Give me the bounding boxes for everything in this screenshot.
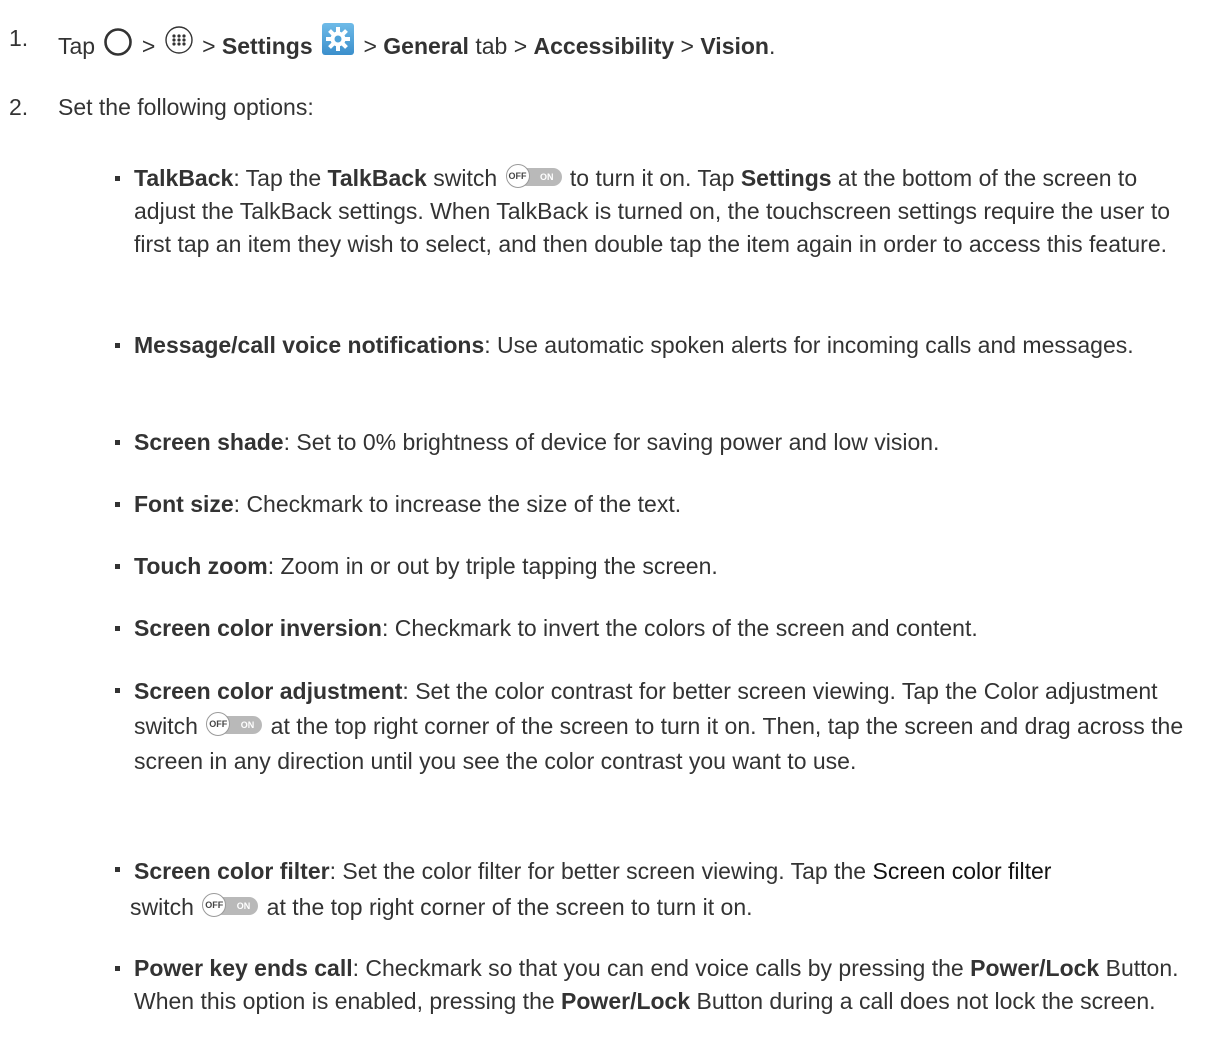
bullet xyxy=(115,966,120,971)
bullet xyxy=(115,564,120,569)
list-item-text: TalkBack: Tap the TalkBack switch ON OFF … xyxy=(134,164,1170,257)
step-number: 2. xyxy=(9,94,29,120)
step-text: Set the following options: xyxy=(58,94,314,120)
bullet xyxy=(115,343,120,348)
off-on-switch-icon: ON OFF xyxy=(206,712,263,738)
bullet xyxy=(115,626,120,631)
vision-label: Vision xyxy=(700,33,769,59)
bullet xyxy=(115,176,120,181)
general-label: General xyxy=(383,33,469,59)
list-item-text: Power key ends call: Checkmark so that y… xyxy=(134,955,1179,1014)
bullet xyxy=(115,688,120,693)
list-item-text: Message/call voice notifications: Use au… xyxy=(134,332,1134,358)
bullet xyxy=(115,502,120,507)
home-circle-icon xyxy=(103,27,133,66)
settings-gear-icon xyxy=(321,22,355,65)
list-item-text: Screen color inversion: Checkmark to inv… xyxy=(134,615,978,641)
off-on-switch-icon: ON OFF xyxy=(202,893,259,919)
apps-grid-icon xyxy=(164,25,194,64)
list-item-text: Font size: Checkmark to increase the siz… xyxy=(134,491,682,517)
bullet xyxy=(115,440,120,445)
list-item-text: Touch zoom: Zoom in or out by triple tap… xyxy=(134,553,718,579)
list-item-text: Screen color filter: Set the color filte… xyxy=(130,858,1052,920)
list-item-text: Screen shade: Set to 0% brightness of de… xyxy=(134,429,940,455)
accessibility-label: Accessibility xyxy=(533,33,675,59)
bullet xyxy=(115,867,120,872)
document-page: 1. Tap > > Settings > General tab > Acce… xyxy=(0,0,1215,1057)
step-number: 1. xyxy=(9,25,29,51)
step-text: Tap > > Settings > General tab > Accessi… xyxy=(58,22,775,66)
off-on-switch-icon: ON OFF xyxy=(505,164,562,190)
settings-label: Settings xyxy=(221,33,313,59)
list-item-text: Screen color adjustment: Set the color c… xyxy=(134,678,1184,774)
